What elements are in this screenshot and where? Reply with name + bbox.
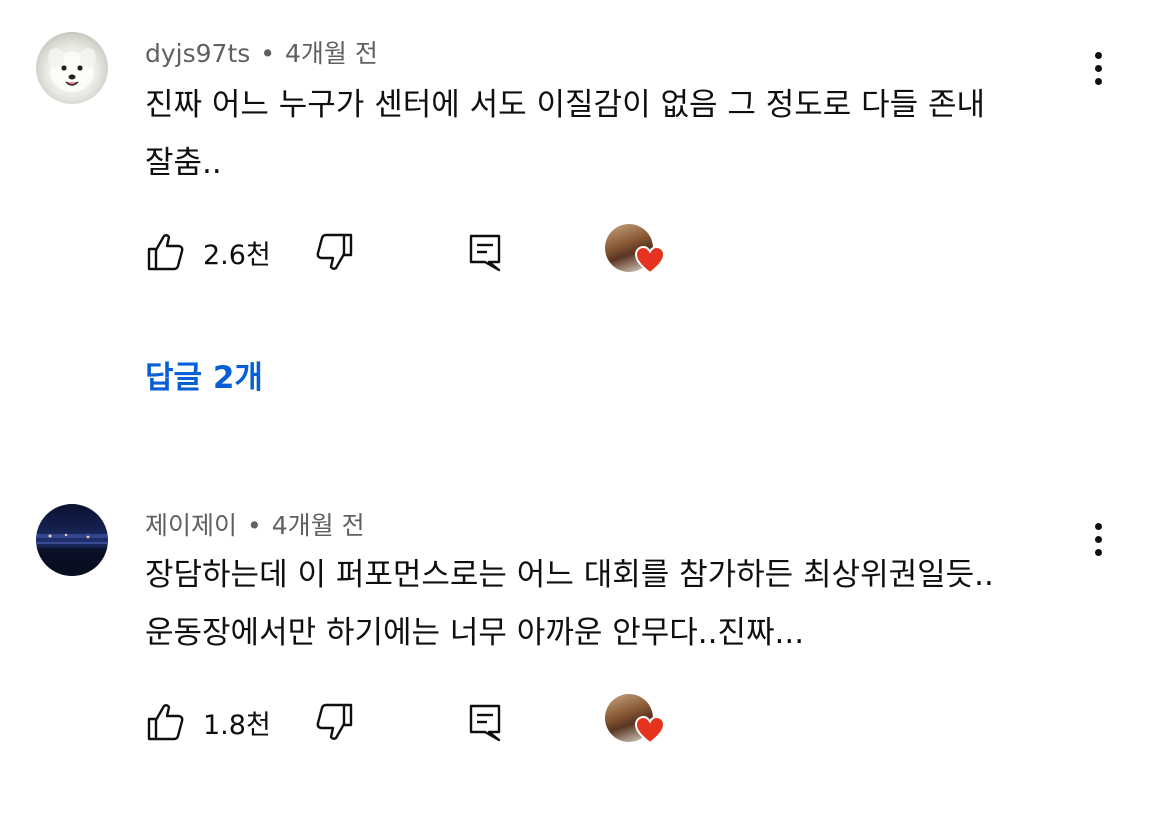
reply-button[interactable] [465, 692, 505, 752]
comment-time[interactable]: 4개월 전 [272, 511, 365, 540]
author-name[interactable]: 제이제이 [145, 511, 237, 540]
creator-heart-badge [605, 692, 665, 752]
meta-separator: • [247, 511, 262, 540]
more-vertical-icon [1094, 51, 1102, 59]
like-button[interactable]: 1.8천 [145, 692, 271, 752]
thumbs-down-icon [316, 703, 353, 740]
more-vertical-icon-dot [1094, 548, 1102, 556]
author-name[interactable]: dyjs97ts [145, 39, 250, 68]
creator-heart-badge [605, 222, 665, 282]
thumbs-up-icon [147, 234, 184, 271]
more-vertical-icon-dot [1094, 535, 1102, 543]
more-options-button[interactable] [1080, 515, 1116, 563]
comment-thread-2: 제이제이 • 4개월 전 장담하는데 이 퍼포먼스로는 어느 대회를 참가하든 최상… [0, 440, 1170, 823]
reply-button[interactable] [465, 222, 505, 282]
comment-text: 진짜 어느 누구가 센터에 서도 이질감이 없음 그 정도로 다들 존내 잘춤.… [145, 76, 1085, 192]
author-avatar[interactable] [36, 32, 108, 104]
night-lake-photo [36, 533, 108, 576]
comment-text: 장담하는데 이 퍼포먼스로는 어느 대회를 참가하든 최상위권일듯.. 운동장에… [145, 546, 1085, 662]
comment-meta: 제이제이 • 4개월 전 [145, 506, 365, 542]
more-options-button[interactable] [1080, 44, 1116, 92]
comment-actions: 2.6천 [145, 222, 705, 282]
like-button[interactable]: 2.6천 [145, 222, 271, 282]
comment-reply-icon [469, 234, 501, 272]
thumbs-up-icon [147, 704, 184, 741]
comment-time[interactable]: 4개월 전 [285, 39, 378, 68]
comment-text-line: 잘춤.. [145, 145, 222, 181]
view-replies-link[interactable]: 답글 2개 [145, 352, 263, 397]
like-count: 1.8천 [203, 709, 271, 741]
dislike-button[interactable] [315, 692, 355, 752]
comment-meta: dyjs97ts • 4개월 전 [145, 34, 378, 70]
more-vertical-icon-dot [1094, 77, 1102, 85]
thumbs-down-icon [316, 233, 353, 270]
comment-thread-1: dyjs97ts • 4개월 전 진짜 어느 누구가 센터에 서도 이질감이 없음 … [0, 0, 1170, 440]
meta-separator: • [260, 39, 276, 68]
author-avatar[interactable] [36, 504, 108, 576]
comment-actions: 1.8천 [145, 692, 705, 752]
comment-text-line: 장담하는데 이 퍼포먼스로는 어느 대회를 참가하든 최상위권일듯.. [145, 557, 994, 593]
comment-reply-icon [469, 704, 501, 742]
comment-text-line: 운동장에서만 하기에는 너무 아까운 안무다..진짜... [145, 615, 805, 651]
dislike-button[interactable] [315, 222, 355, 282]
comment-text-line: 진짜 어느 누구가 센터에 서도 이질감이 없음 그 정도로 다들 존내 [145, 87, 986, 123]
like-count: 2.6천 [203, 239, 271, 271]
more-vertical-icon-dot [1094, 64, 1102, 72]
dog-photo [48, 48, 96, 92]
more-vertical-icon [1094, 522, 1102, 530]
heart-icon [635, 246, 665, 274]
heart-icon [635, 716, 665, 744]
